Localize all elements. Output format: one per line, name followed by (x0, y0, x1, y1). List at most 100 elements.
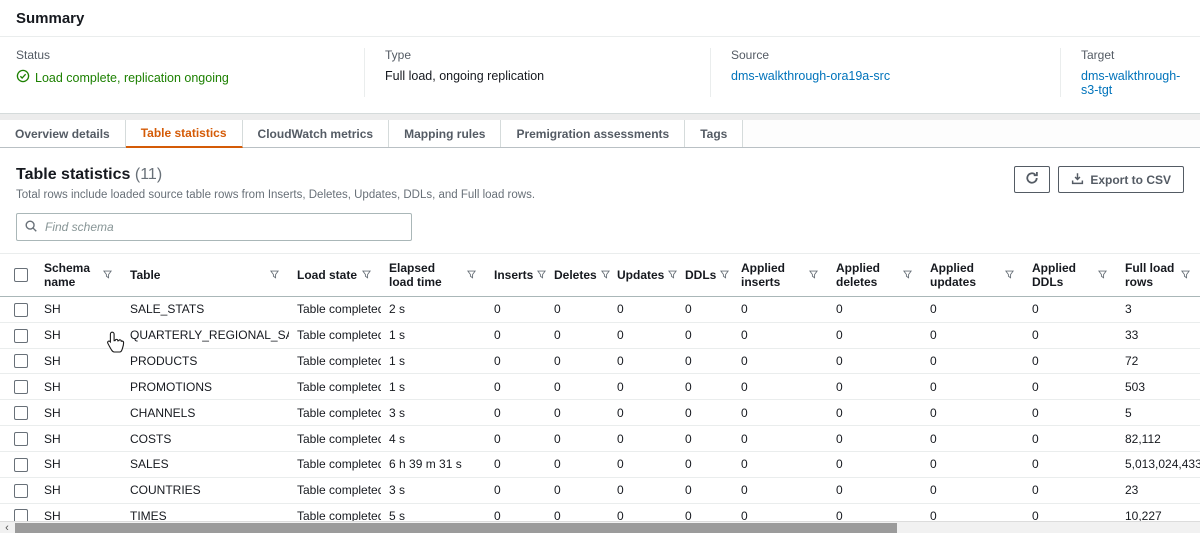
refresh-button[interactable] (1014, 166, 1050, 193)
row-checkbox[interactable] (14, 329, 28, 343)
tab-overview-details[interactable]: Overview details (0, 120, 126, 147)
panel-heading: Table statistics (11) Total rows include… (16, 166, 535, 201)
row-select-cell (0, 348, 36, 374)
table-cell: 0 (828, 374, 922, 400)
table-cell: 0 (1024, 451, 1117, 477)
column-header-label: Applied DDLs (1032, 261, 1094, 289)
table-cell: 3 (1117, 297, 1200, 323)
table-cell: 0 (922, 374, 1024, 400)
export-to-csv-button[interactable]: Export to CSV (1058, 166, 1184, 193)
source-endpoint-link[interactable]: dms-walkthrough-ora19a-src (731, 69, 890, 83)
tab-mapping-rules[interactable]: Mapping rules (389, 120, 501, 147)
scrollbar-left-arrow-icon[interactable]: ‹ (0, 522, 14, 533)
table-statistics-table: Schema nameTableLoad stateElapsed load t… (0, 253, 1200, 533)
table-cell: 4 s (381, 426, 486, 452)
table-cell: 0 (733, 348, 828, 374)
tab-tags[interactable]: Tags (685, 120, 743, 147)
column-header-label: Full load rows (1125, 261, 1177, 289)
table-cell: 1 s (381, 374, 486, 400)
column-filter-icon[interactable] (601, 268, 610, 282)
summary-title: Summary (0, 0, 1200, 37)
row-checkbox[interactable] (14, 432, 28, 446)
column-filter-icon[interactable] (809, 268, 818, 282)
table-cell: 0 (677, 348, 733, 374)
column-filter-icon[interactable] (1098, 268, 1107, 282)
column-header-label: Elapsed load time (389, 261, 463, 289)
row-checkbox[interactable] (14, 354, 28, 368)
select-all-checkbox[interactable] (14, 268, 28, 282)
row-select-cell (0, 400, 36, 426)
tab-bar: Overview details Table statistics CloudW… (0, 120, 1200, 148)
summary-fields: Status Load complete, replication ongoin… (0, 37, 1200, 113)
column-header: Applied inserts (733, 254, 828, 297)
row-checkbox[interactable] (14, 484, 28, 498)
table-cell: 0 (922, 400, 1024, 426)
table-cell: 6 h 39 m 31 s (381, 451, 486, 477)
table-cell: SH (36, 426, 122, 452)
row-select-cell (0, 477, 36, 503)
column-header-label: Load state (297, 268, 357, 282)
tab-table-statistics[interactable]: Table statistics (126, 120, 243, 148)
table-cell: 0 (1024, 426, 1117, 452)
column-filter-icon[interactable] (1005, 268, 1014, 282)
table-cell: SH (36, 322, 122, 348)
table-cell: 0 (828, 426, 922, 452)
status-label: Status (16, 48, 352, 62)
tab-cloudwatch-metrics[interactable]: CloudWatch metrics (243, 120, 390, 147)
row-select-cell (0, 451, 36, 477)
table-cell: SH (36, 400, 122, 426)
column-filter-icon[interactable] (537, 268, 546, 282)
table-cell: 0 (828, 348, 922, 374)
table-row: SHPRODUCTSTable completed1 s0000000072 (0, 348, 1200, 374)
column-filter-icon[interactable] (362, 268, 371, 282)
table-cell: 0 (922, 297, 1024, 323)
table-cell: 0 (922, 477, 1024, 503)
column-filter-icon[interactable] (668, 268, 677, 282)
table-cell: Table completed (289, 322, 381, 348)
table-cell: 0 (609, 374, 677, 400)
table-body: SHSALE_STATSTable completed2 s000000003S… (0, 297, 1200, 533)
table-cell: 0 (546, 426, 609, 452)
find-schema-input[interactable] (16, 213, 412, 241)
table-cell: 0 (609, 400, 677, 426)
table-cell: CHANNELS (122, 400, 289, 426)
table-cell: 0 (546, 451, 609, 477)
row-select-cell (0, 426, 36, 452)
row-checkbox[interactable] (14, 303, 28, 317)
table-statistics-panel: Table statistics (11) Total rows include… (0, 148, 1200, 533)
column-header: Full load rows (1117, 254, 1200, 297)
table-cell: 0 (733, 426, 828, 452)
table-cell: 0 (609, 348, 677, 374)
table-cell: Table completed (289, 426, 381, 452)
summary-field-type: Type Full load, ongoing replication (364, 48, 710, 97)
column-header-label: Applied deletes (836, 261, 899, 289)
table-cell: PRODUCTS (122, 348, 289, 374)
table-cell: 0 (733, 477, 828, 503)
export-label: Export to CSV (1090, 173, 1171, 187)
target-endpoint-link[interactable]: dms-walkthrough-s3-tgt (1081, 69, 1188, 97)
column-filter-icon[interactable] (270, 268, 279, 282)
table-cell: 0 (677, 477, 733, 503)
table-cell: COSTS (122, 426, 289, 452)
table-cell: 3 s (381, 477, 486, 503)
column-filter-icon[interactable] (103, 268, 112, 282)
column-filter-icon[interactable] (1181, 268, 1190, 282)
table-cell: SH (36, 451, 122, 477)
table-cell: 0 (546, 374, 609, 400)
scrollbar-thumb[interactable] (15, 523, 897, 533)
column-header-label: Inserts (494, 268, 533, 282)
column-filter-icon[interactable] (467, 268, 476, 282)
table-cell: 0 (486, 400, 546, 426)
table-cell: 0 (677, 451, 733, 477)
column-filter-icon[interactable] (720, 268, 729, 282)
tab-premigration-assessments[interactable]: Premigration assessments (501, 120, 685, 147)
row-checkbox[interactable] (14, 458, 28, 472)
target-label: Target (1081, 48, 1188, 62)
horizontal-scrollbar: ‹ (0, 521, 1200, 533)
table-cell: 0 (828, 477, 922, 503)
table-cell: 0 (486, 322, 546, 348)
row-checkbox[interactable] (14, 406, 28, 420)
row-checkbox[interactable] (14, 380, 28, 394)
column-filter-icon[interactable] (903, 268, 912, 282)
table-cell: 0 (1024, 322, 1117, 348)
